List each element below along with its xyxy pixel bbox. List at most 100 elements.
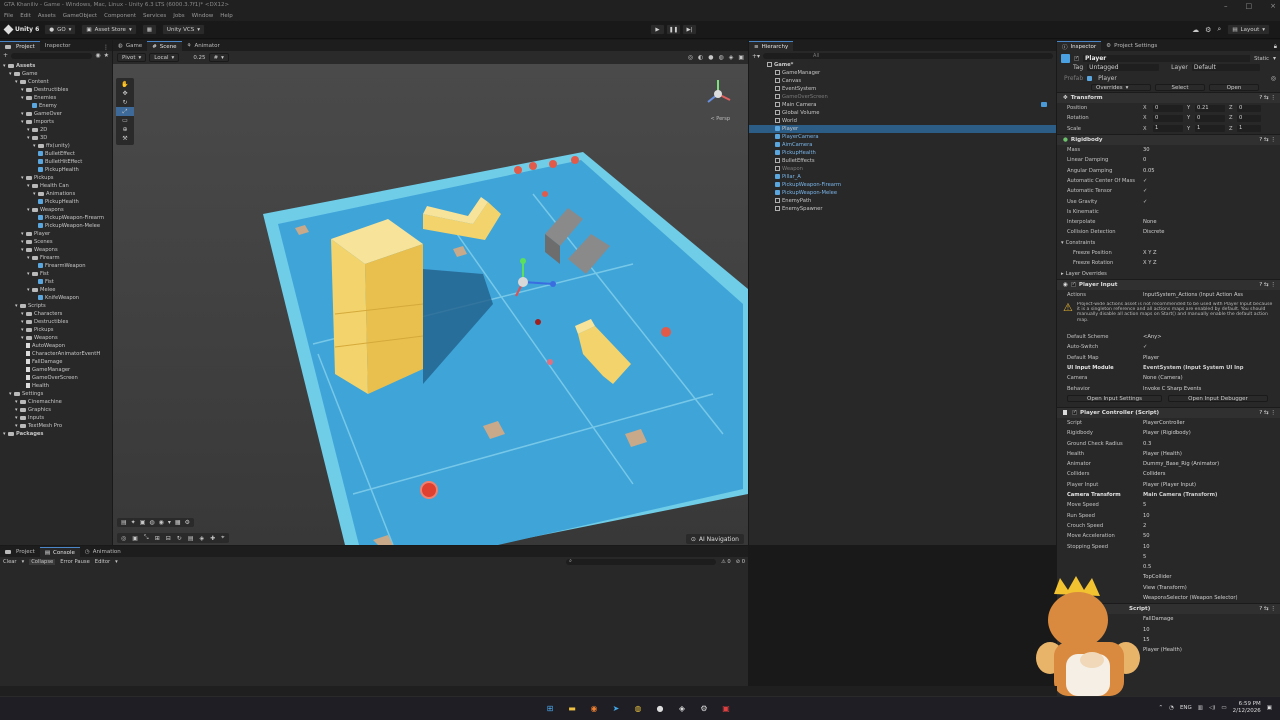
transform-header[interactable]: ✥ Transform ? ⇆ ⋮	[1057, 92, 1280, 103]
tag-dropdown[interactable]: Untagged	[1087, 64, 1160, 71]
property-value[interactable]: ✓	[1143, 199, 1280, 205]
github-icon[interactable]: ●	[654, 702, 666, 714]
hierarchy-item[interactable]: PickupWeapon-Melee	[749, 189, 1056, 197]
property-value[interactable]: ✓	[1143, 188, 1280, 194]
project-tree-item[interactable]: Health	[0, 382, 112, 390]
project-tree-item[interactable]: ▾ Enemies	[0, 94, 112, 102]
hierarchy-item[interactable]: Pillar_A	[749, 173, 1056, 181]
property-value[interactable]: 30	[1143, 147, 1280, 153]
menu-services[interactable]: Services	[143, 13, 166, 19]
project-tree-item[interactable]: ▾ Inputs	[0, 414, 112, 422]
tab-animator[interactable]: ⚘ Animator	[182, 41, 225, 51]
project-tree-item[interactable]: GameManager	[0, 366, 112, 374]
property-value[interactable]: ✓	[1143, 344, 1280, 350]
rect-tool-icon[interactable]: ▭	[116, 116, 134, 125]
project-tree-item[interactable]: ▾ Melee	[0, 286, 112, 294]
open-input-debugger-button[interactable]: Open Input Debugger	[1168, 395, 1268, 403]
error-pause-toggle[interactable]: Error Pause	[60, 559, 90, 565]
project-tree-item[interactable]: CharacterAnimatorEventH	[0, 350, 112, 358]
scale-tool-icon[interactable]: ⤢	[116, 107, 134, 116]
rotation-z-field[interactable]: 0	[1237, 114, 1261, 122]
property-value[interactable]: 10	[1143, 544, 1280, 550]
globe-icon[interactable]: ◎	[688, 54, 693, 61]
hierarchy-item[interactable]: Canvas	[749, 77, 1056, 85]
project-tree-item[interactable]: GameOverScreen	[0, 374, 112, 382]
project-tree-item[interactable]: ▾ Player	[0, 230, 112, 238]
ai-navigation-overlay[interactable]: ⊙ AI Navigation	[685, 534, 744, 544]
nav-icon[interactable]: ↻	[177, 535, 182, 542]
menu-gameobject[interactable]: GameObject	[63, 13, 97, 19]
star-icon[interactable]: ★	[104, 52, 109, 59]
hierarchy-item[interactable]: PickupWeapon-Firearm	[749, 181, 1056, 189]
project-tree-item[interactable]: ▾ Health Can	[0, 182, 112, 190]
tab-game[interactable]: ◍ Game	[113, 41, 147, 51]
property-value[interactable]: 15	[1143, 637, 1280, 643]
scale-x-field[interactable]: 1	[1153, 125, 1183, 133]
tab-hierarchy[interactable]: ≡ Hierarchy	[749, 41, 794, 51]
property-value[interactable]: Dummy_Base_Rig (Animator)	[1143, 461, 1280, 467]
unity-hub-icon[interactable]: ◈	[676, 702, 688, 714]
hierarchy-item[interactable]: EnemyPath	[749, 197, 1056, 205]
snap-value[interactable]: 0.25	[193, 55, 205, 61]
layer-overrides-foldout[interactable]: ▸ Layer Overrides	[1057, 268, 1280, 278]
collapse-toggle[interactable]: Collapse	[29, 559, 56, 565]
light-icon[interactable]: ✦	[131, 519, 136, 526]
hierarchy-item[interactable]: GameManager	[749, 69, 1056, 77]
property-value[interactable]: Player (Player Input)	[1143, 482, 1280, 488]
menu-component[interactable]: Component	[104, 13, 136, 19]
project-tree-item[interactable]: ▾ Characters	[0, 310, 112, 318]
error-count[interactable]: ⊘ 0	[736, 559, 745, 565]
project-tree-item[interactable]: ▾ Weapons	[0, 206, 112, 214]
hierarchy-item[interactable]: Player	[749, 125, 1056, 133]
menu-window[interactable]: Window	[192, 13, 214, 19]
tab-animation[interactable]: ◷ Animation	[80, 547, 126, 557]
unity-editor-icon[interactable]: ⚙	[698, 702, 710, 714]
enabled-checkbox[interactable]: ✓	[1070, 282, 1076, 288]
player-input-header[interactable]: ◉ ✓ Player Input ? ⇆ ⋮	[1057, 278, 1280, 290]
more-icon[interactable]: ⋮	[103, 44, 112, 51]
object-name-field[interactable]: Player	[1083, 55, 1251, 62]
project-tree-item[interactable]: ▾ Animations	[0, 190, 112, 198]
language-indicator[interactable]: ENG	[1180, 705, 1192, 711]
property-value[interactable]: 0.3	[1143, 441, 1280, 447]
project-tree-item[interactable]: ▾ Scenes	[0, 238, 112, 246]
property-value[interactable]: 0.05	[1143, 168, 1280, 174]
gizmo-icon[interactable]: ⚙	[185, 519, 190, 526]
chevron-down-icon[interactable]: ▾	[168, 519, 171, 526]
hierarchy-item[interactable]: PlayerCamera	[749, 133, 1056, 141]
hierarchy-item[interactable]: World	[749, 117, 1056, 125]
property-value[interactable]: ✓	[1143, 178, 1280, 184]
project-tree-item[interactable]: PickupHealth	[0, 198, 112, 206]
property-value[interactable]: View (Transform)	[1143, 585, 1280, 591]
project-tree-item[interactable]: PickupWeapon-Melee	[0, 222, 112, 230]
hierarchy-item[interactable]: BulletEffects	[749, 157, 1056, 165]
property-value[interactable]: TopCollider	[1143, 574, 1280, 580]
menu-jobs[interactable]: Jobs	[173, 13, 184, 19]
property-value[interactable]: Player (Rigidbody)	[1143, 430, 1280, 436]
file-explorer-icon[interactable]: ▬	[566, 702, 578, 714]
nav-icon[interactable]: ⊟	[166, 535, 171, 542]
hierarchy-item[interactable]: GameOverScreen	[749, 93, 1056, 101]
rigidbody-header[interactable]: ● Rigidbody ? ⇆ ⋮	[1057, 133, 1280, 145]
tab-inspector[interactable]: ⓘ Inspector	[1057, 41, 1102, 51]
wifi-icon[interactable]: ◔	[1169, 705, 1174, 711]
2d-toggle-icon[interactable]: ◍	[718, 54, 723, 61]
eye-icon[interactable]: ◉	[95, 52, 100, 59]
clock[interactable]: 6:59 PM 2/12/2026	[1233, 701, 1261, 715]
menu-file[interactable]: File	[4, 13, 13, 19]
select-button[interactable]: Select	[1155, 84, 1205, 91]
position-z-field[interactable]: 0	[1237, 104, 1261, 112]
chevron-up-icon[interactable]: ⌃	[1159, 705, 1164, 711]
project-tree-item[interactable]: ▾ Assets	[0, 62, 112, 70]
freeze-position-toggles[interactable]: X Y Z	[1143, 250, 1280, 256]
project-tree-item[interactable]: ▾ Firearm	[0, 254, 112, 262]
property-value[interactable]: 0.5	[1143, 564, 1280, 570]
open-button[interactable]: Open	[1209, 84, 1259, 91]
recorder-icon[interactable]: ▣	[720, 702, 732, 714]
project-tree-item[interactable]: ▾ Graphics	[0, 406, 112, 414]
property-value[interactable]: EventSystem (Input System UI Inp	[1143, 365, 1280, 371]
nav-icon[interactable]: ⊞	[155, 535, 160, 542]
nav-icon[interactable]: ⤡	[144, 534, 149, 542]
step-button[interactable]: ▶|	[682, 24, 697, 35]
scale-y-field[interactable]: 1	[1195, 125, 1225, 133]
